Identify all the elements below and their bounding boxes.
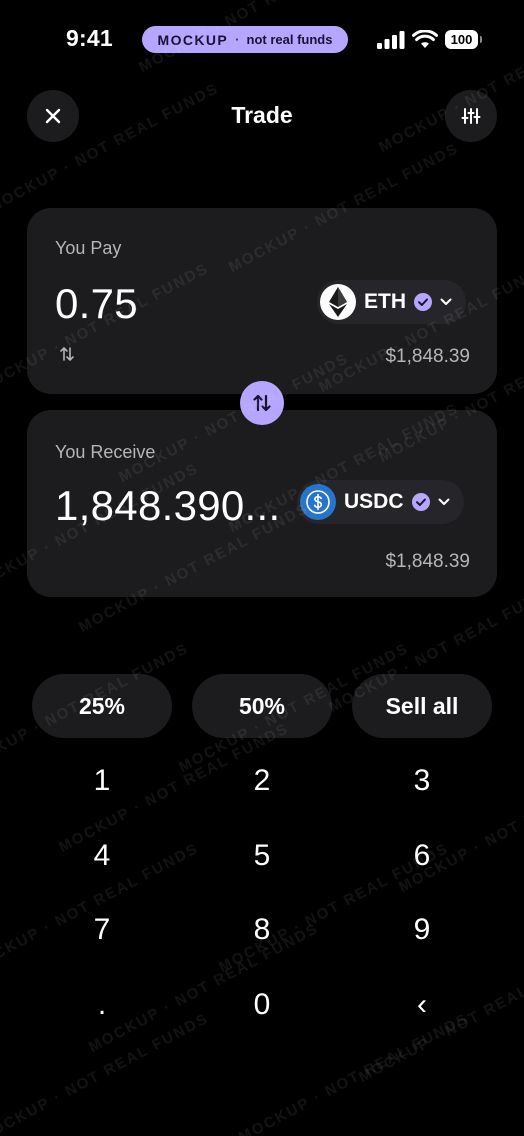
mockup-badge-strong: MOCKUP [157,31,229,48]
key-3[interactable]: 3 [352,749,492,813]
swap-arrows-icon [253,394,271,412]
swap-direction-button[interactable] [240,381,284,425]
receive-label: You Receive [55,442,156,462]
status-bar: 9:41 MOCKUP · not real funds 100 [0,0,524,80]
key-9[interactable]: 9 [352,898,492,962]
verified-badge-icon [411,493,430,511]
pay-card[interactable]: You Pay 0.75 ETH $1,848.39 [27,208,497,394]
sliders-icon [461,108,481,124]
settings-button[interactable] [445,90,497,142]
receive-amount: 1,848.390... [55,482,281,529]
sell-all-button[interactable]: Sell all [352,674,492,738]
receive-fiat-value: $1,848.39 [385,551,470,572]
verified-badge-icon [414,293,432,311]
key-7[interactable]: 7 [32,898,172,962]
receive-card[interactable]: You Receive 1,848.390... USDC $1,848.39 [27,410,497,597]
receive-token-selector[interactable]: USDC [297,480,464,524]
chevron-down-icon [440,298,452,305]
key-1[interactable]: 1 [32,749,172,813]
mockup-badge: MOCKUP · not real funds [142,26,348,53]
key-4[interactable]: 4 [32,824,172,888]
key-6[interactable]: 6 [352,824,492,888]
pay-token-selector[interactable]: ETH [317,280,466,324]
eth-logo-icon [320,284,356,320]
key-0[interactable]: 0 [192,973,332,1037]
pay-amount[interactable]: 0.75 [55,280,138,328]
receive-token-symbol: USDC [344,490,404,513]
key-5[interactable]: 5 [192,824,332,888]
key-8[interactable]: 8 [192,898,332,962]
status-icons: 100 [377,30,482,49]
wifi-icon [412,30,438,48]
mockup-badge-separator: · [235,32,240,47]
chevron-down-icon [438,498,450,505]
status-time: 9:41 [66,25,113,51]
usdc-logo-icon [300,484,336,520]
pay-label: You Pay [55,238,122,258]
percent-25-button[interactable]: 25% [32,674,172,738]
mockup-badge-text: not real funds [246,32,333,47]
percent-50-button[interactable]: 50% [192,674,332,738]
pay-fiat-value: $1,848.39 [385,346,470,367]
key-decimal[interactable]: . [32,973,172,1037]
pay-token-symbol: ETH [364,290,406,313]
cellular-signal-icon [377,30,405,49]
battery-icon: 100 [445,30,482,49]
key-backspace[interactable]: ‹ [352,973,492,1037]
toggle-currency-icon[interactable] [59,346,75,362]
key-2[interactable]: 2 [192,749,332,813]
